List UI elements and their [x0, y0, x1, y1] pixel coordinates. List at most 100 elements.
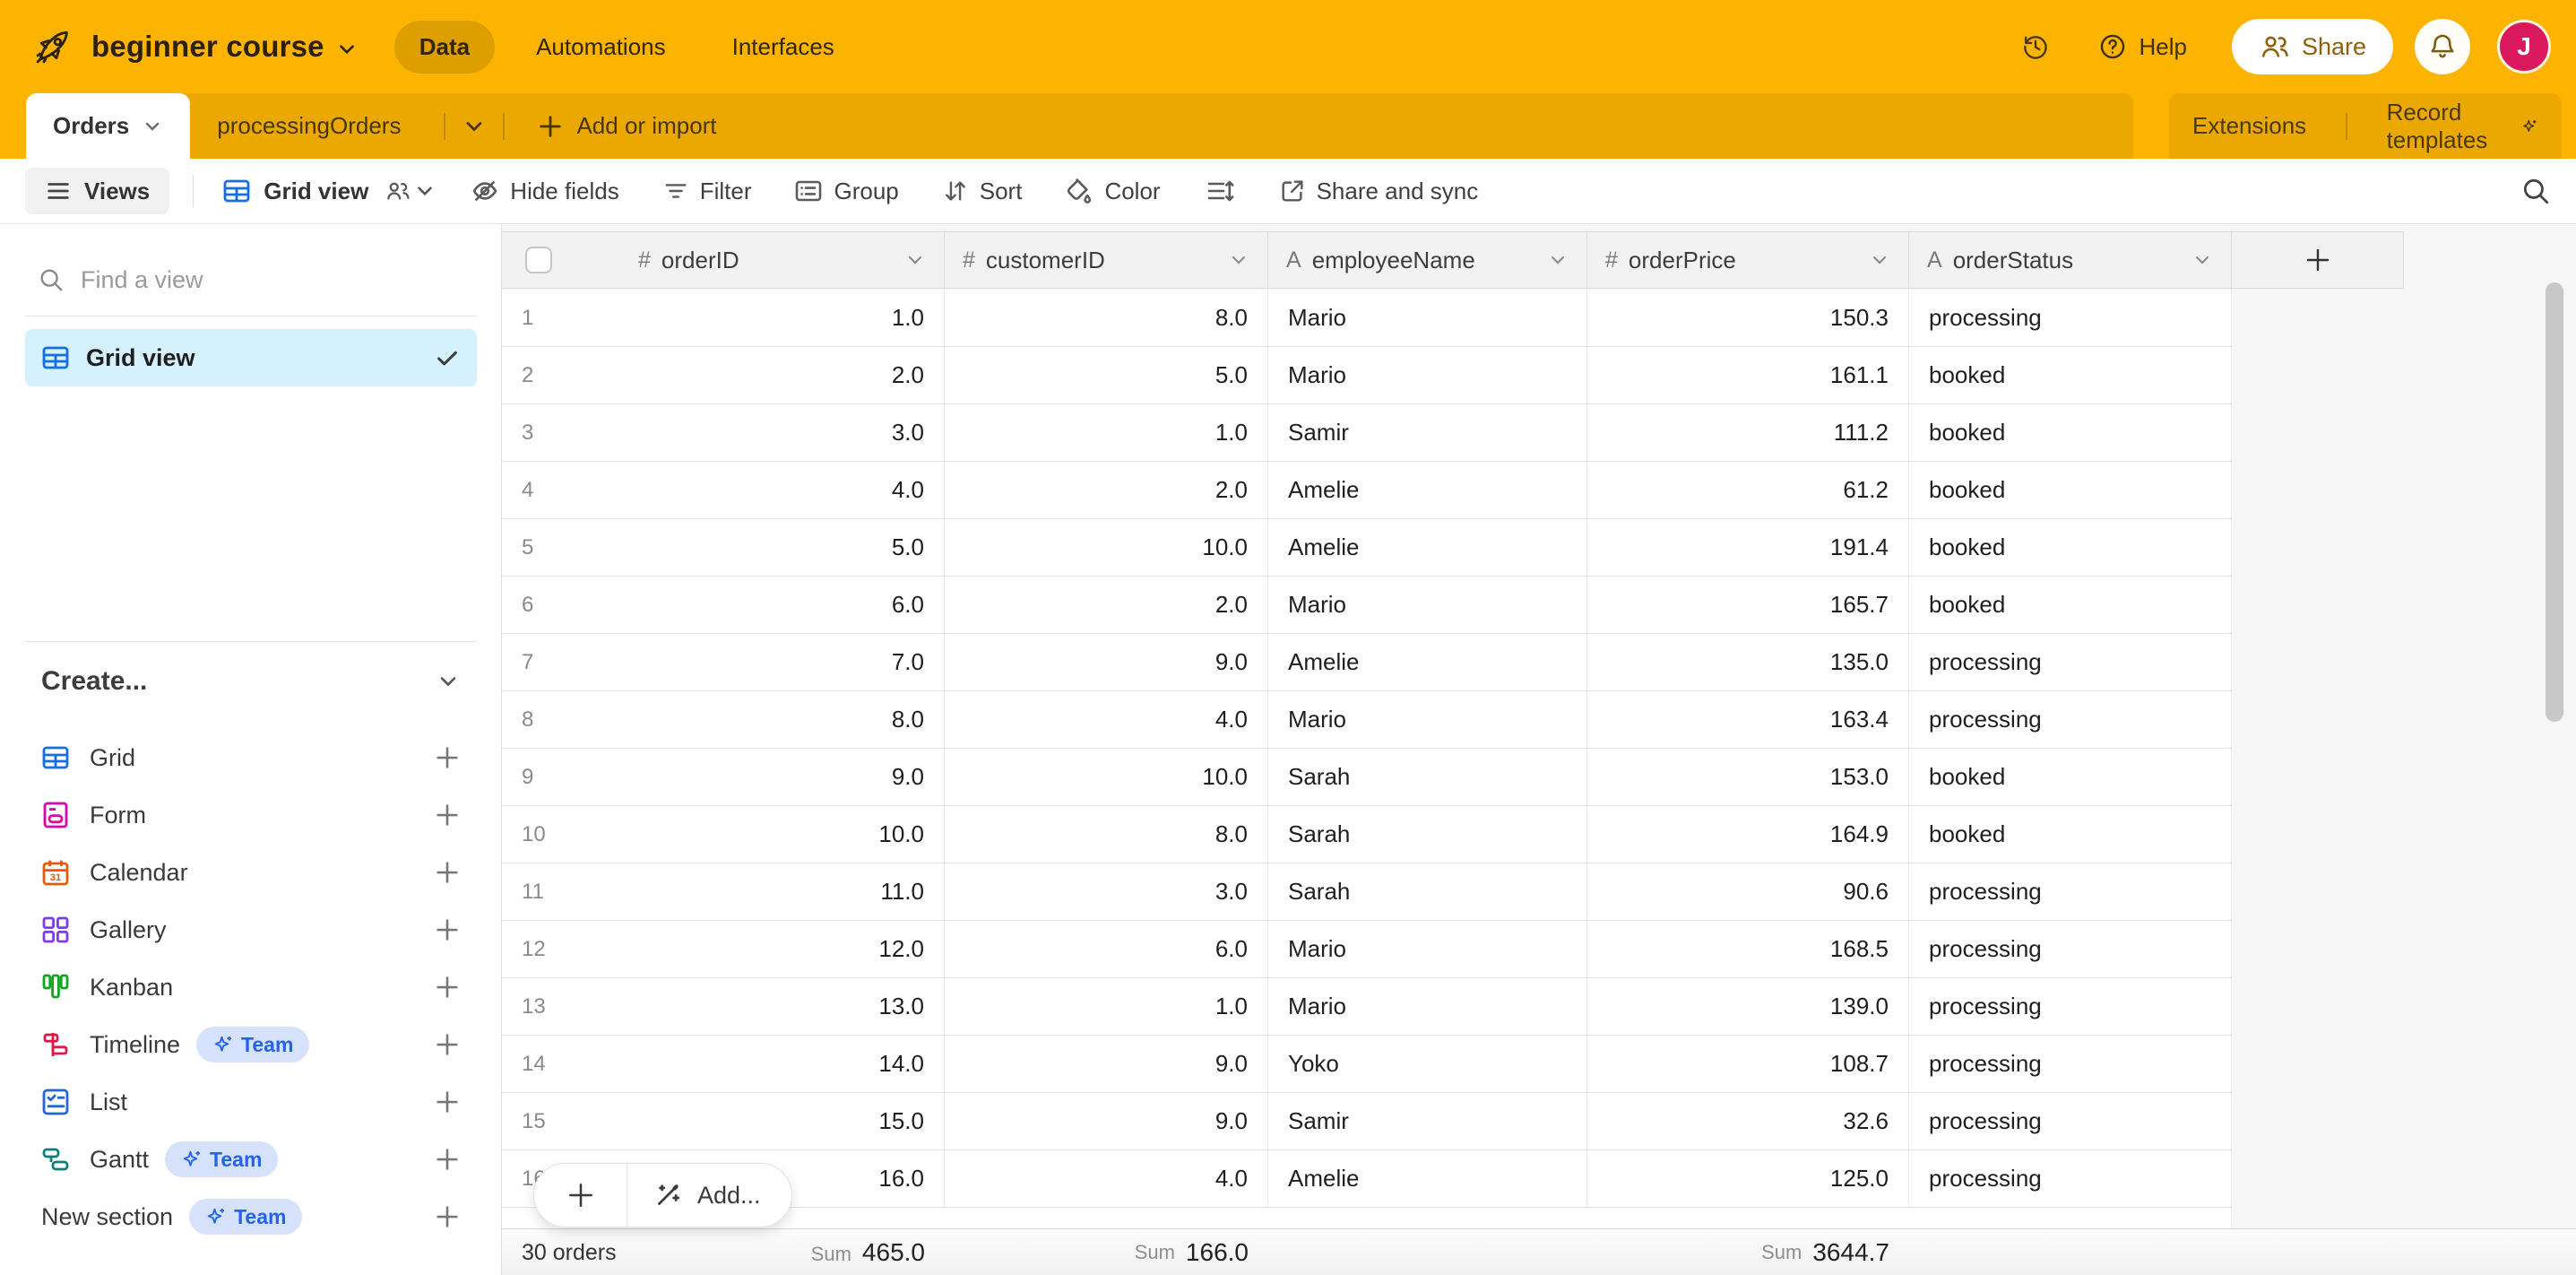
create-item-gantt[interactable]: Gantt Team [25, 1131, 477, 1188]
history-button[interactable] [2020, 31, 2051, 62]
sort-button[interactable]: Sort [942, 178, 1023, 205]
cell-employeeName[interactable]: Mario [1268, 978, 1587, 1035]
cell-customerID[interactable]: 5.0 [945, 347, 1268, 403]
cell-employeeName[interactable]: Yoko [1268, 1036, 1587, 1092]
cell-customerID[interactable]: 2.0 [945, 462, 1268, 518]
row-number[interactable]: 7 [522, 650, 533, 675]
row-number[interactable]: 10 [522, 822, 546, 847]
cell-customerID[interactable]: 10.0 [945, 749, 1268, 805]
plus-icon[interactable] [434, 974, 461, 1001]
cell-orderPrice[interactable]: 111.2 [1587, 404, 1909, 461]
plus-icon[interactable] [434, 1089, 461, 1115]
notifications-button[interactable] [2415, 19, 2470, 74]
plus-icon[interactable] [434, 744, 461, 771]
cell-customerID[interactable]: 9.0 [945, 1093, 1268, 1149]
tab-interfaces[interactable]: Interfaces [707, 21, 860, 74]
cell-orderID[interactable]: 6 6.0 [502, 577, 945, 633]
create-item-gallery[interactable]: Gallery [25, 901, 477, 958]
cell-orderID[interactable]: 12 12.0 [502, 921, 945, 977]
employeeName-summary[interactable] [1268, 1229, 1587, 1275]
cell-orderID[interactable]: 11 11.0 [502, 863, 945, 920]
customerID-sum[interactable]: Sum166.0 [945, 1229, 1268, 1275]
row-number[interactable]: 13 [522, 994, 546, 1019]
cell-customerID[interactable]: 10.0 [945, 519, 1268, 576]
cell-orderPrice[interactable]: 165.7 [1587, 577, 1909, 633]
chevron-down-icon[interactable] [1228, 249, 1249, 271]
cell-orderID[interactable]: 15 15.0 [502, 1093, 945, 1149]
column-header-orderPrice[interactable]: # orderPrice [1587, 232, 1909, 288]
chevron-down-icon[interactable] [1869, 249, 1890, 271]
rocket-logo-icon[interactable] [32, 26, 73, 67]
cell-orderPrice[interactable]: 161.1 [1587, 347, 1909, 403]
cell-orderID[interactable]: 4 4.0 [502, 462, 945, 518]
cell-orderID[interactable]: 2 2.0 [502, 347, 945, 403]
cell-employeeName[interactable]: Sarah [1268, 806, 1587, 863]
create-item-list[interactable]: List [25, 1073, 477, 1131]
orderPrice-sum[interactable]: Sum3644.7 [1587, 1229, 1909, 1275]
cell-orderStatus[interactable]: booked [1909, 347, 2232, 403]
cell-orderID[interactable]: 1 1.0 [502, 290, 945, 346]
cell-orderStatus[interactable]: booked [1909, 462, 2232, 518]
cell-employeeName[interactable]: Amelie [1268, 519, 1587, 576]
share-button[interactable]: Share [2232, 19, 2393, 74]
cell-orderID[interactable]: 3 3.0 [502, 404, 945, 461]
cell-orderStatus[interactable]: processing [1909, 290, 2232, 346]
row-height-button[interactable] [1206, 177, 1234, 205]
plus-icon[interactable] [434, 859, 461, 886]
find-view-search[interactable] [25, 255, 477, 305]
create-item-new-section[interactable]: New section Team [25, 1188, 477, 1245]
chevron-down-icon[interactable] [335, 38, 359, 61]
cell-orderID[interactable]: 8 8.0 [502, 691, 945, 748]
find-view-input[interactable] [81, 266, 421, 294]
create-item-kanban[interactable]: Kanban [25, 958, 477, 1016]
cell-orderPrice[interactable]: 164.9 [1587, 806, 1909, 863]
row-number[interactable]: 2 [522, 363, 533, 388]
cell-orderPrice[interactable]: 153.0 [1587, 749, 1909, 805]
cell-orderPrice[interactable]: 150.3 [1587, 290, 1909, 346]
cell-customerID[interactable]: 1.0 [945, 404, 1268, 461]
record-templates-button[interactable]: Record templates [2364, 99, 2562, 154]
row-number[interactable]: 12 [522, 937, 546, 962]
cell-orderPrice[interactable]: 108.7 [1587, 1036, 1909, 1092]
chevron-down-icon[interactable] [904, 249, 926, 271]
cell-orderStatus[interactable]: processing [1909, 921, 2232, 977]
plus-icon[interactable] [434, 802, 461, 828]
cell-orderStatus[interactable]: processing [1909, 691, 2232, 748]
add-record-button[interactable] [534, 1164, 627, 1227]
cell-orderStatus[interactable]: processing [1909, 634, 2232, 690]
cell-customerID[interactable]: 6.0 [945, 921, 1268, 977]
cell-employeeName[interactable]: Sarah [1268, 749, 1587, 805]
help-button[interactable]: Help [2097, 31, 2186, 62]
row-number[interactable]: 14 [522, 1052, 546, 1077]
cell-orderPrice[interactable]: 32.6 [1587, 1093, 1909, 1149]
sidebar-view-grid-view[interactable]: Grid view [25, 329, 477, 386]
share-and-sync-button[interactable]: Share and sync [1279, 178, 1479, 205]
cell-employeeName[interactable]: Mario [1268, 691, 1587, 748]
tab-processing-orders[interactable]: processingOrders [190, 93, 428, 159]
cell-orderPrice[interactable]: 125.0 [1587, 1150, 1909, 1207]
cell-customerID[interactable]: 2.0 [945, 577, 1268, 633]
row-number[interactable]: 9 [522, 765, 533, 790]
workspace-title[interactable]: beginner course [91, 30, 324, 64]
chevron-down-icon[interactable] [2191, 249, 2213, 271]
cell-employeeName[interactable]: Samir [1268, 404, 1587, 461]
create-section-header[interactable]: Create... [25, 660, 477, 703]
cell-orderStatus[interactable]: processing [1909, 1150, 2232, 1207]
cell-orderPrice[interactable]: 163.4 [1587, 691, 1909, 748]
user-avatar[interactable]: J [2497, 20, 2551, 74]
cell-customerID[interactable]: 8.0 [945, 806, 1268, 863]
column-header-employeeName[interactable]: A employeeName [1268, 232, 1587, 288]
cell-orderStatus[interactable]: processing [1909, 1036, 2232, 1092]
cell-orderStatus[interactable]: booked [1909, 404, 2232, 461]
column-header-orderID[interactable]: # orderID [502, 232, 945, 288]
cell-orderStatus[interactable]: processing [1909, 1093, 2232, 1149]
current-view-menu[interactable]: Grid view [222, 176, 437, 206]
tab-automations[interactable]: Automations [511, 21, 691, 74]
vertical-scrollbar[interactable] [2546, 282, 2563, 722]
row-number[interactable]: 5 [522, 535, 533, 560]
cell-employeeName[interactable]: Mario [1268, 290, 1587, 346]
table-list-chevron[interactable] [462, 114, 487, 139]
cell-orderID[interactable]: 14 14.0 [502, 1036, 945, 1092]
add-or-import-button[interactable]: Add or import [537, 112, 716, 140]
cell-orderPrice[interactable]: 135.0 [1587, 634, 1909, 690]
